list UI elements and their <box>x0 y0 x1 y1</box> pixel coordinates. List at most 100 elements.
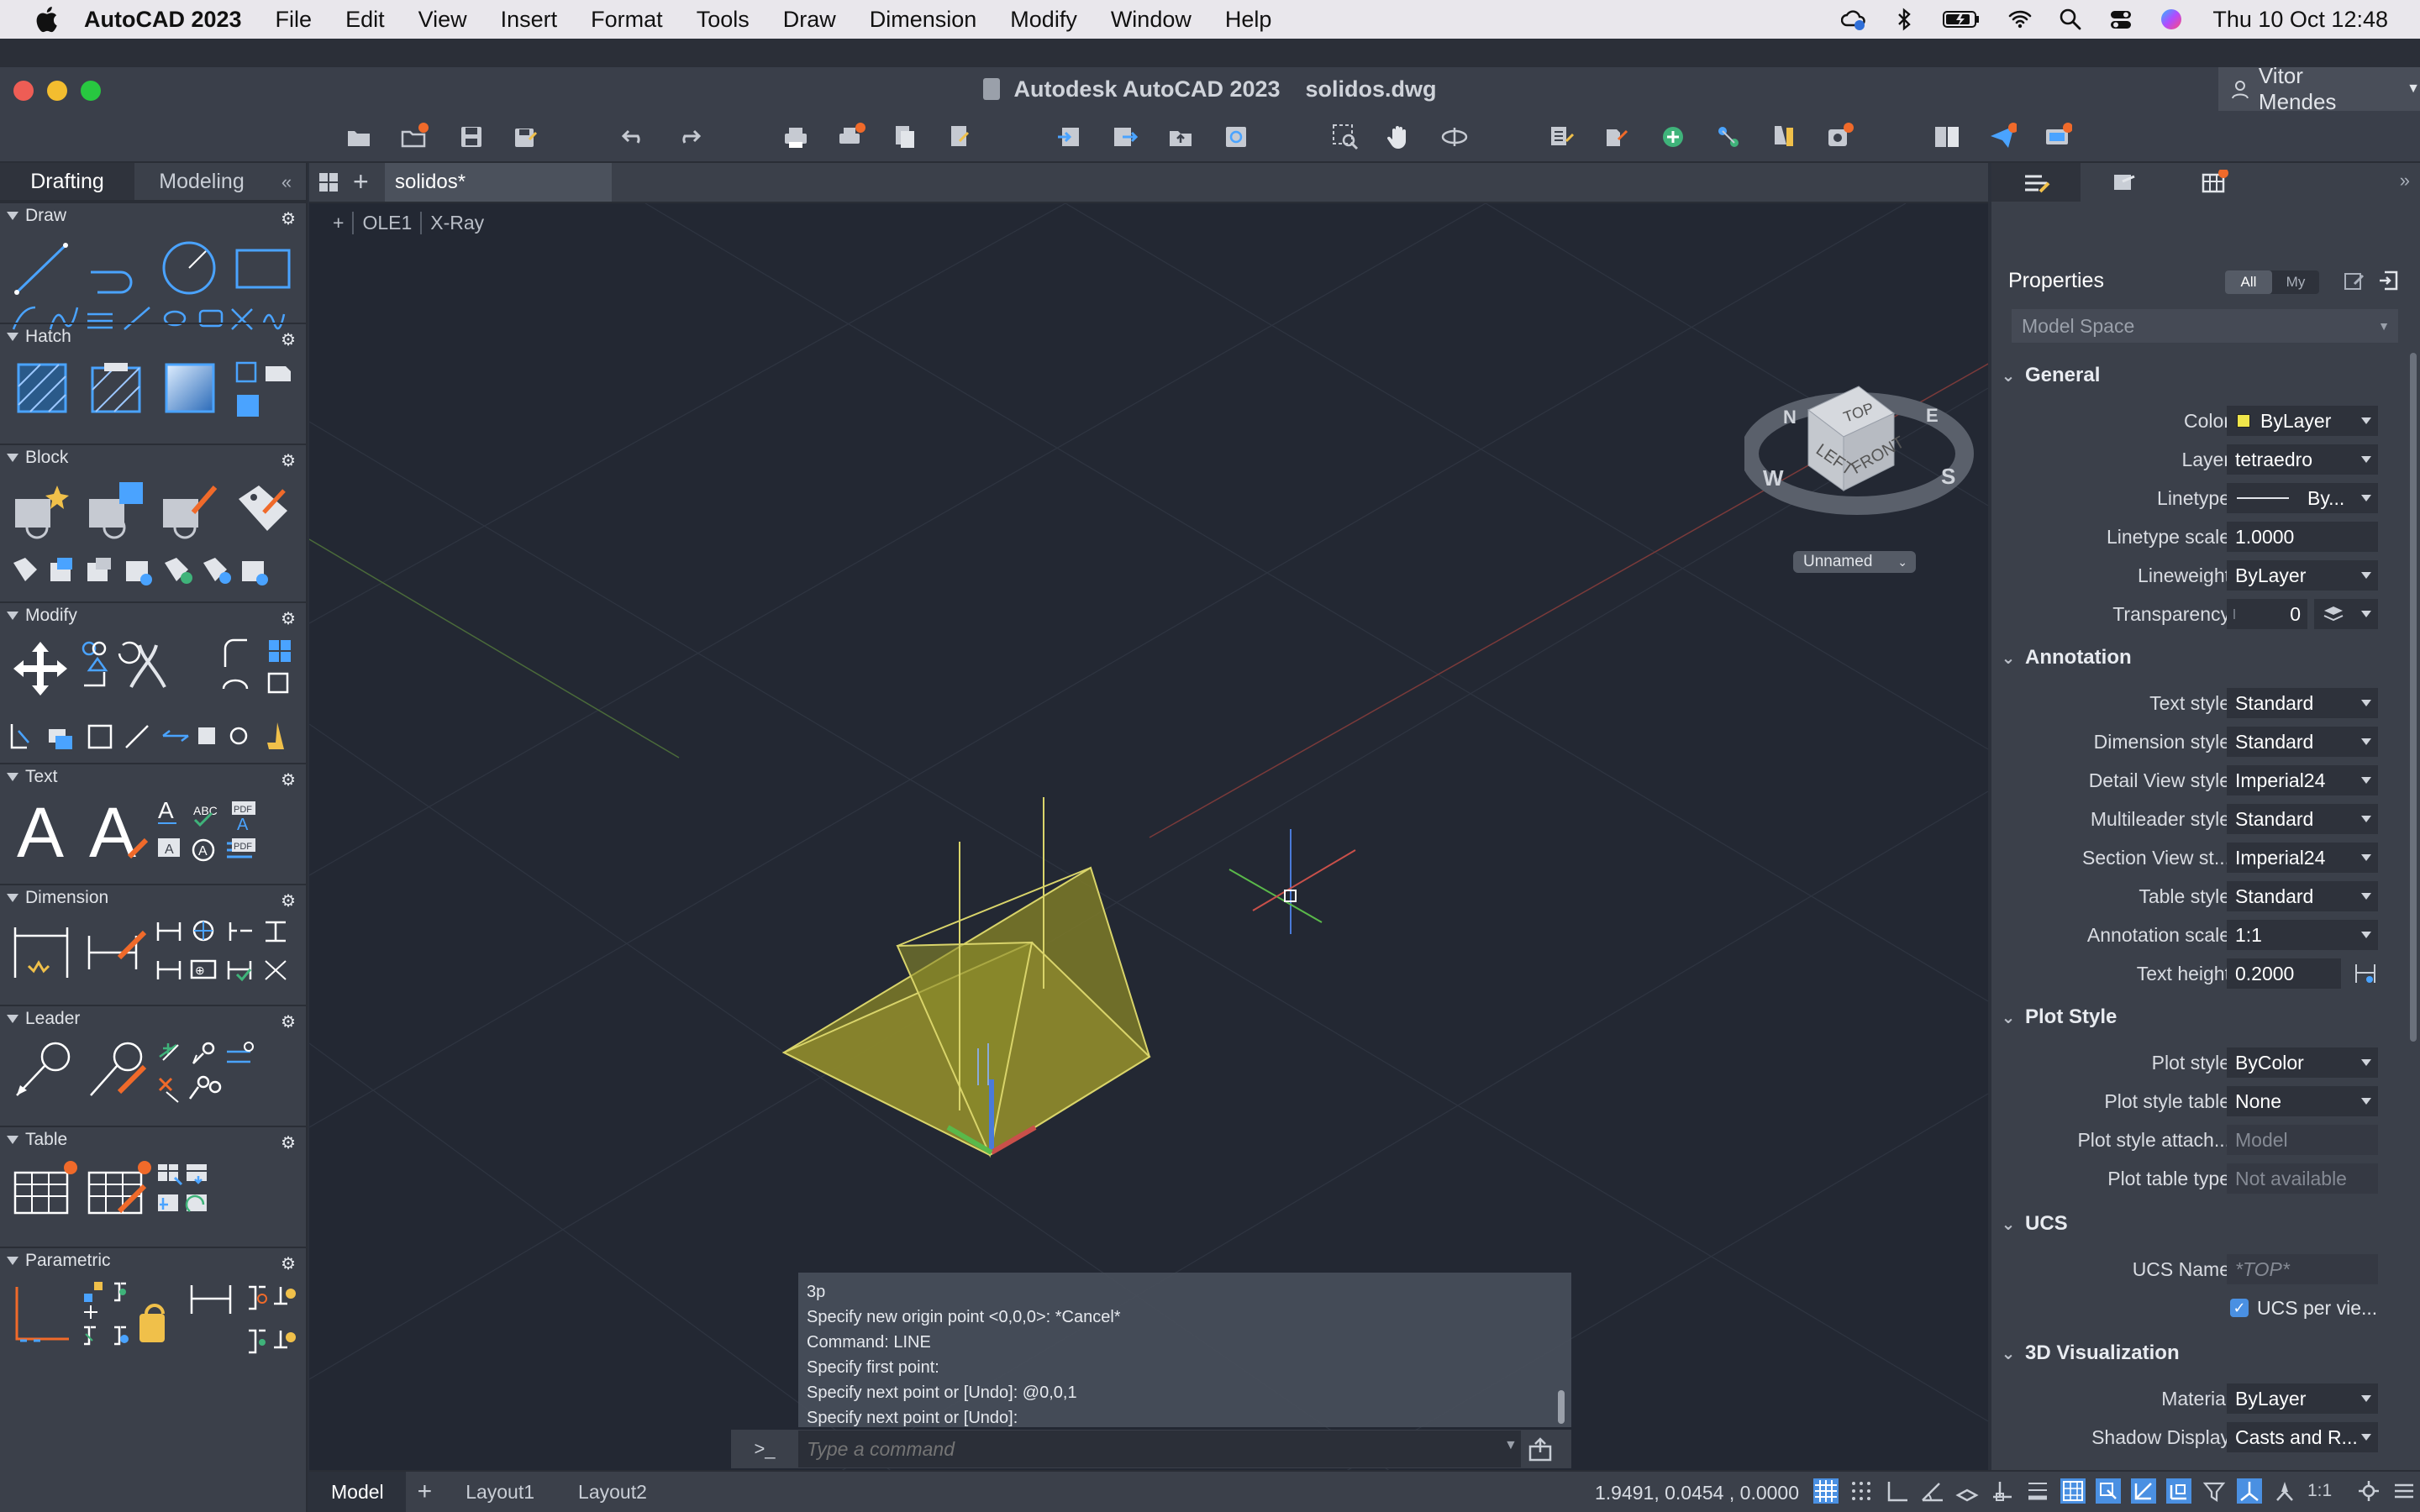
dimension-style-dropdown[interactable]: Standard <box>2227 727 2378 757</box>
close-window-button[interactable] <box>13 81 34 101</box>
tab-model[interactable]: Model <box>309 1472 406 1512</box>
snap-mode-icon[interactable] <box>1849 1478 1874 1504</box>
section-ucs[interactable]: ⌄ UCS <box>1991 1205 2420 1243</box>
section-general[interactable]: ⌄ General <box>1991 356 2420 395</box>
dimension-tools-group[interactable]: ⊕ <box>156 919 301 998</box>
plot-icon[interactable] <box>781 123 810 151</box>
gear-icon[interactable]: ⚙ <box>281 608 296 629</box>
multiline-text-icon[interactable]: A <box>12 795 71 870</box>
text-style-dropdown[interactable]: Standard <box>2227 688 2378 718</box>
dynamic-ucs-icon[interactable] <box>2166 1478 2191 1504</box>
linetype-scale-input[interactable]: 1.0000 <box>2227 522 2378 552</box>
menu-file[interactable]: File <box>276 7 313 33</box>
compass-north-label[interactable]: N <box>1783 407 1797 428</box>
gear-icon[interactable]: ⚙ <box>281 208 296 229</box>
section-title[interactable]: Dimension <box>25 888 108 908</box>
command-prompt-button[interactable]: >_ <box>731 1438 798 1460</box>
transparency-slider[interactable]: 0 <box>2227 599 2307 629</box>
ruler-icon[interactable] <box>1770 123 1798 151</box>
send-feedback-icon[interactable] <box>1988 123 2017 151</box>
zoom-window-icon[interactable] <box>1331 123 1360 151</box>
command-input[interactable] <box>798 1431 1521 1467</box>
chevron-down-icon[interactable]: ▼ <box>1504 1438 1518 1453</box>
user-account-menu[interactable]: Vitor Mendes ▼ <box>2218 63 2420 114</box>
annotation-scale-menu[interactable]: 1:1 <box>2307 1478 2346 1504</box>
table-tools-group[interactable] <box>156 1161 224 1228</box>
polyline-tool-icon[interactable] <box>86 239 145 297</box>
new-tab-button[interactable]: + <box>353 166 369 197</box>
gizmo-icon[interactable] <box>2237 1478 2262 1504</box>
table-style-dropdown[interactable]: Standard <box>2227 881 2378 911</box>
compass-east-label[interactable]: E <box>1926 405 1939 426</box>
siri-icon[interactable] <box>2159 7 2184 32</box>
hatch-edit-tools[interactable] <box>232 358 299 425</box>
layer-dropdown[interactable]: tetraedro <box>2227 444 2378 475</box>
zoom-window-button[interactable] <box>81 81 101 101</box>
section-title[interactable]: Modify <box>25 606 77 626</box>
plot-style-dropdown[interactable]: ByColor <box>2227 1047 2378 1078</box>
edit-block-icon[interactable] <box>160 479 220 539</box>
control-center-icon[interactable] <box>2108 7 2133 32</box>
new-file-icon[interactable] <box>345 123 373 151</box>
multileader-style-dropdown[interactable]: Standard <box>2227 804 2378 834</box>
section-title[interactable]: Hatch <box>25 327 71 347</box>
gear-icon[interactable]: ⚙ <box>281 450 296 471</box>
export-icon[interactable] <box>1111 123 1139 151</box>
selection-filtering-icon[interactable] <box>2202 1478 2227 1504</box>
linetype-dropdown[interactable]: By... <box>2227 483 2378 513</box>
grid-display-icon[interactable] <box>1813 1478 1839 1504</box>
publish-icon[interactable] <box>891 123 919 151</box>
gear-icon[interactable]: ⚙ <box>281 329 296 350</box>
wifi-icon[interactable] <box>2007 7 2033 32</box>
properties-tab[interactable] <box>1991 163 2081 202</box>
block-tools-row[interactable] <box>8 554 299 588</box>
lineweight-dropdown[interactable]: ByLayer <box>2227 560 2378 591</box>
battery-icon[interactable] <box>1942 7 1982 32</box>
line-tool-icon[interactable] <box>12 239 71 297</box>
isodraft-icon[interactable] <box>1954 1478 1980 1504</box>
section-plot-style[interactable]: ⌄ Plot Style <box>1991 998 2420 1037</box>
orbit-icon[interactable] <box>1440 123 1469 151</box>
quick-select-icon[interactable] <box>2343 269 2366 292</box>
layer-properties-icon[interactable] <box>1548 123 1576 151</box>
leader-tools-group[interactable] <box>156 1040 266 1107</box>
save-as-icon[interactable] <box>511 123 539 151</box>
tab-layout1[interactable]: Layout1 <box>444 1472 556 1512</box>
blocks-tab[interactable] <box>2170 163 2259 202</box>
gear-icon[interactable]: ⚙ <box>281 1011 296 1032</box>
section-title[interactable]: Text <box>25 767 58 787</box>
block-attribute-icon[interactable] <box>234 479 294 539</box>
selection-dropdown[interactable]: Model Space ▼ <box>2012 309 2398 343</box>
compass-south-label[interactable]: S <box>1941 464 1955 489</box>
menu-help[interactable]: Help <box>1225 7 1272 33</box>
3d-object-snap-icon[interactable] <box>2131 1478 2156 1504</box>
spotlight-search-icon[interactable] <box>2058 7 2083 32</box>
app-menu-name[interactable]: AutoCAD 2023 <box>84 7 242 33</box>
menu-tools[interactable]: Tools <box>697 7 750 33</box>
auto-constrain-icon[interactable] <box>12 1282 71 1349</box>
match-properties-icon[interactable] <box>1603 123 1632 151</box>
plot-preview-icon[interactable] <box>946 123 975 151</box>
undo-icon[interactable] <box>620 123 649 151</box>
history-scrollbar[interactable] <box>1558 1390 1565 1424</box>
polar-tracking-icon[interactable] <box>1919 1478 1944 1504</box>
file-tabs-grid-icon[interactable] <box>318 171 339 193</box>
insert-block-icon[interactable] <box>12 479 72 539</box>
gear-icon[interactable]: ⚙ <box>281 769 296 790</box>
section-annotation[interactable]: ⌄ Annotation <box>1991 638 2420 677</box>
bluetooth-icon[interactable] <box>1891 7 1917 32</box>
view-name-label[interactable]: OLE1 <box>352 212 412 234</box>
section-title[interactable]: Parametric <box>25 1251 111 1271</box>
customization-icon[interactable] <box>2391 1478 2417 1504</box>
menu-modify[interactable]: Modify <box>1010 7 1077 33</box>
ortho-mode-icon[interactable] <box>1884 1478 1909 1504</box>
menu-draw[interactable]: Draw <box>783 7 836 33</box>
menu-format[interactable]: Format <box>591 7 663 33</box>
annotation-visibility-icon[interactable] <box>2272 1478 2297 1504</box>
color-dropdown[interactable]: ByLayer <box>2227 406 2378 436</box>
dimension-style-icon[interactable] <box>86 919 153 986</box>
tab-modeling[interactable]: Modeling <box>134 163 269 200</box>
ucs-per-viewport-checkbox[interactable]: ✓ <box>2230 1299 2249 1317</box>
gear-icon[interactable]: ⚙ <box>281 1253 296 1274</box>
compare-drawings-icon[interactable] <box>1933 123 1961 151</box>
